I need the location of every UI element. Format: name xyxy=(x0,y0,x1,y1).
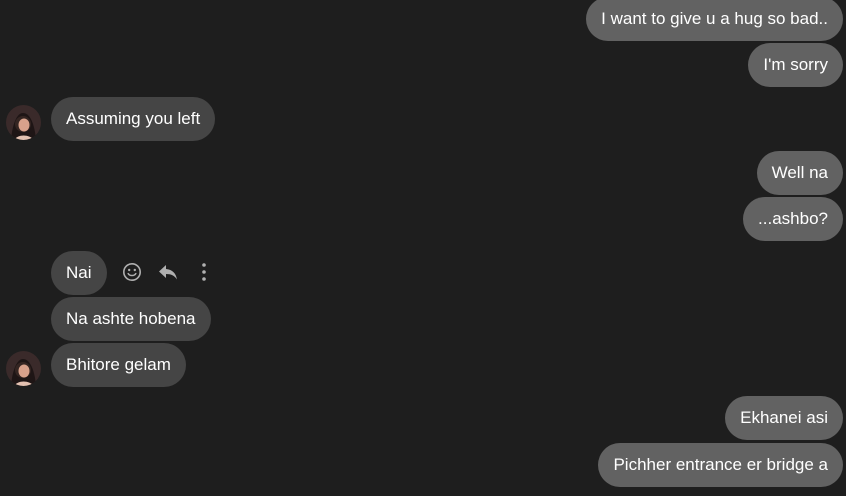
message-bubble-incoming[interactable]: Nai xyxy=(51,251,107,295)
message-bubble-outgoing[interactable]: I want to give u a hug so bad.. xyxy=(586,0,843,41)
contact-avatar[interactable] xyxy=(6,351,41,386)
message-bubble-outgoing[interactable]: I'm sorry xyxy=(748,43,843,87)
more-vertical-icon[interactable] xyxy=(192,260,216,284)
message-bubble-incoming[interactable]: Na ashte hobena xyxy=(51,297,211,341)
reply-arrow-icon[interactable] xyxy=(156,260,180,284)
contact-avatar[interactable] xyxy=(6,105,41,140)
message-bubble-outgoing[interactable]: Ekhanei asi xyxy=(725,396,843,440)
message-bubble-outgoing[interactable]: ...ashbo? xyxy=(743,197,843,241)
message-bubble-outgoing[interactable]: Well na xyxy=(756,151,843,195)
message-bubble-outgoing[interactable]: Pichher entrance er bridge a xyxy=(598,443,843,487)
message-bubble-incoming[interactable]: Assuming you left xyxy=(51,97,216,141)
smiley-react-icon[interactable] xyxy=(120,260,144,284)
message-actions xyxy=(120,259,216,285)
message-bubble-incoming[interactable]: Bhitore gelam xyxy=(51,343,186,387)
